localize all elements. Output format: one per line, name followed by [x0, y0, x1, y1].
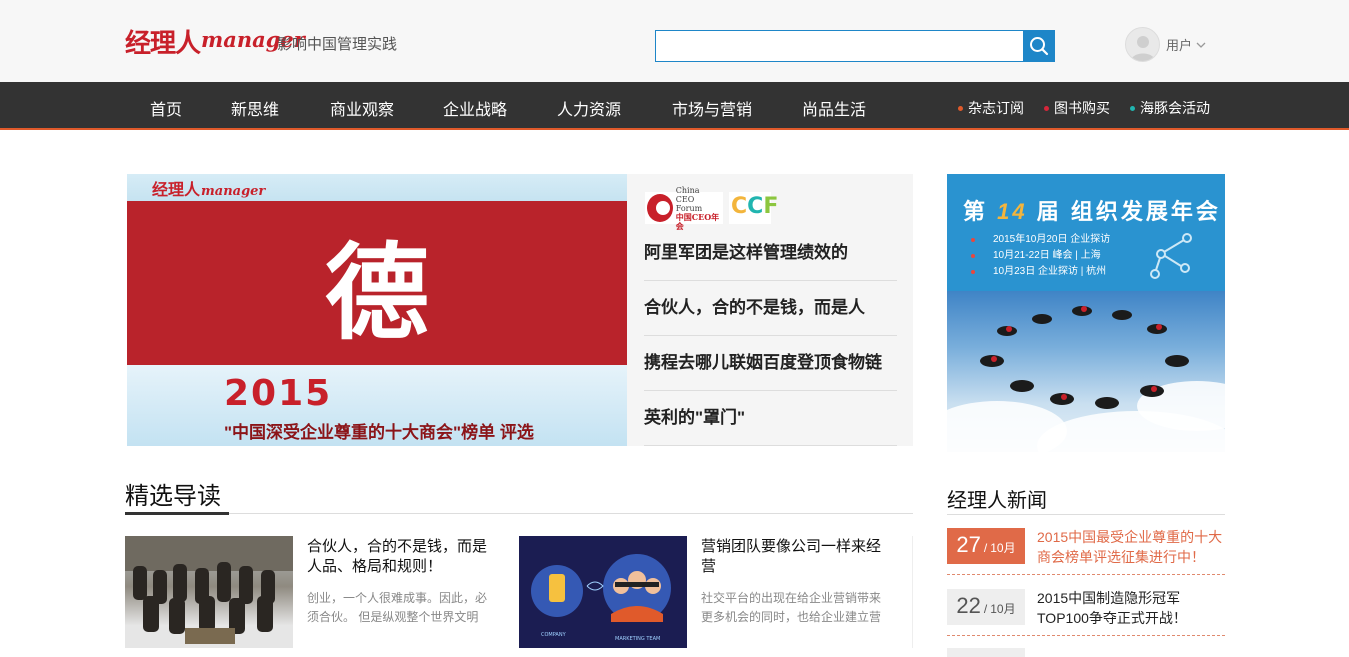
bullet-dot [1130, 105, 1135, 111]
banner-year: 2015 [224, 373, 333, 414]
user-menu[interactable]: 用户 [1125, 27, 1206, 62]
top-header: 经理人 manager 影响中国管理实践 用户 [0, 0, 1349, 82]
ad-dates: 2015年10月20日 企业探访 10月21-22日 峰会 | 上海 10月23… [970, 232, 1110, 280]
banner-logo: 经理人manager [152, 176, 265, 200]
banner-subtitle: "中国深受企业尊重的十大商会"榜单 评选 [224, 423, 534, 442]
skydivers-ring [980, 306, 1189, 409]
user-icon [1130, 36, 1155, 61]
ad-date-line: 2015年10月20日 企业探访 [970, 232, 1110, 248]
headline-link[interactable]: 携程去哪儿联姻百度登顶食物链 [644, 336, 897, 391]
nav-extra-magazine[interactable]: 杂志订阅 [958, 98, 1024, 118]
news-day: 27 [956, 532, 981, 557]
hero-banner[interactable]: 经理人manager 德 2015 "中国深受企业尊重的十大商会"榜单 评选 [127, 174, 627, 446]
news-item[interactable]: 27 / 10月 2015中国最受企业尊重的十大商会榜单评选征集进行中！ [947, 514, 1225, 575]
section-divider [125, 513, 913, 514]
search-icon [1029, 37, 1048, 56]
banner-red-panel: 德 [127, 201, 627, 365]
card-desc: 社交平台的出现在给企业营销带来更多机会的同时，也给企业建立营 [701, 591, 882, 624]
card-divider [912, 536, 913, 648]
ad-title: 第 14 届 组织发展年会 [963, 194, 1221, 226]
headline-link[interactable]: 英利的"罩门" [644, 391, 897, 446]
img-label-team: MARKETING TEAM [615, 636, 660, 642]
headline-panel: China CEO Forum 中国CEO年会 CCF 阿里军团是这样管理绩效的… [627, 174, 913, 446]
banner-logo-en: manager [201, 184, 266, 199]
group-photo [125, 536, 293, 644]
news-item[interactable]: 22 / 10月 2015中国制造隐形冠军TOP100争夺正式开战！ [947, 575, 1225, 636]
card-title[interactable]: 营销团队要像公司一样来经营 [701, 537, 891, 577]
ceo-forum-line1: China [675, 185, 700, 195]
ceo-forum-text: China CEO Forum 中国CEO年会 [676, 186, 723, 231]
search-button[interactable] [1023, 31, 1054, 61]
nav-extra-label: 杂志订阅 [968, 100, 1024, 116]
news-text: 2015中国最受企业尊重的十大商会榜单评选征集进行中！ [1037, 529, 1223, 565]
news-day: 22 [956, 593, 981, 618]
bullet-dot [1044, 105, 1049, 111]
logo-cn: 经理人 [125, 29, 201, 59]
bullet-dot [958, 105, 963, 111]
forum-logos: China CEO Forum 中国CEO年会 CCF [645, 186, 778, 230]
card-title[interactable]: 合伙人，合的不是钱，而是人品、格局和规则！ [307, 537, 497, 577]
ceo-forum-line2: CEO Forum [675, 194, 703, 213]
card-desc: 创业，一个人很难成事。因此，必须合伙。 但是纵观整个世界文明 [307, 591, 488, 624]
nav-item-business[interactable]: 商业观察 [330, 96, 394, 120]
ad-date-line: 10月21-22日 峰会 | 上海 [970, 248, 1110, 264]
ad-title-num: 14 [997, 199, 1028, 224]
nav-item-hr[interactable]: 人力资源 [557, 96, 621, 120]
news-date-badge: 22 / 10月 [947, 589, 1025, 625]
search-box [655, 30, 1055, 62]
banner-logo-cn: 经理人 [152, 180, 201, 199]
nav-item-marketing[interactable]: 市场与营销 [672, 96, 752, 120]
marketing-illustration: COMPANY MARKETING TEAM [531, 554, 671, 642]
banner-big-char: 德 [324, 230, 429, 354]
ad-date-line: 10月23日 企业探访 | 杭州 [970, 264, 1110, 280]
headline-link[interactable]: 合伙人，合的不是钱，而是人 [644, 281, 897, 336]
nav-item-lifestyle[interactable]: 尚品生活 [802, 96, 866, 120]
user-label: 用户 [1166, 38, 1193, 53]
side-ad-banner[interactable]: 第 14 届 组织发展年会 2015年10月20日 企业探访 10月21-22日… [947, 174, 1225, 452]
news-date-separator: / [983, 602, 988, 616]
nav-extra-events[interactable]: 海豚会活动 [1130, 98, 1210, 118]
nav-extra-label: 图书购买 [1054, 100, 1110, 116]
banner-bottom-strip: 2015 "中国深受企业尊重的十大商会"榜单 评选 [127, 365, 627, 446]
nav-extra-books[interactable]: 图书购买 [1044, 98, 1110, 118]
nav-item-new-thinking[interactable]: 新思维 [231, 96, 279, 120]
chevron-down-icon [1196, 42, 1206, 48]
img-label-company: COMPANY [541, 632, 567, 638]
network-icon [1150, 233, 1192, 279]
headline-link[interactable]: 阿里军团是这样管理绩效的 [644, 226, 897, 281]
ceo-forum-logo: China CEO Forum 中国CEO年会 [645, 186, 723, 230]
ceo-forum-mark-icon [647, 194, 673, 222]
banner-top-strip: 经理人manager [127, 174, 627, 201]
news-month: 10月 [990, 602, 1016, 616]
nav-item-home[interactable]: 首页 [150, 96, 182, 120]
avatar [1125, 27, 1160, 62]
nav-item-strategy[interactable]: 企业战略 [443, 96, 507, 120]
card-image-partners[interactable] [125, 536, 293, 648]
ad-sky-image [947, 291, 1225, 452]
ad-top-panel: 第 14 届 组织发展年会 2015年10月20日 企业探访 10月21-22日… [947, 174, 1225, 291]
search-input[interactable] [656, 31, 1024, 61]
main-nav: 首页 新思维 商业观察 企业战略 人力资源 市场与营销 尚品生活 杂志订阅 图书… [0, 82, 1349, 130]
news-section-title: 经理人新闻 [947, 490, 1047, 512]
news-text: 2015中国制造隐形冠军TOP100争夺正式开战！ [1037, 590, 1187, 626]
site-slogan: 影响中国管理实践 [277, 36, 398, 53]
news-date-badge-partial [947, 648, 1025, 657]
ccf-logo: CCF [729, 192, 778, 224]
news-month: 10月 [990, 541, 1016, 555]
featured-section-title: 精选导读 [125, 483, 221, 510]
news-date-badge: 27 / 10月 [947, 528, 1025, 564]
section-title-underline [125, 512, 229, 515]
news-date-separator: / [983, 541, 988, 555]
nav-extra-label: 海豚会活动 [1140, 100, 1210, 116]
ad-title-post: 届 组织发展年会 [1036, 199, 1221, 224]
ad-title-pre: 第 [963, 199, 989, 224]
card-image-marketing[interactable]: COMPANY MARKETING TEAM [519, 536, 687, 648]
